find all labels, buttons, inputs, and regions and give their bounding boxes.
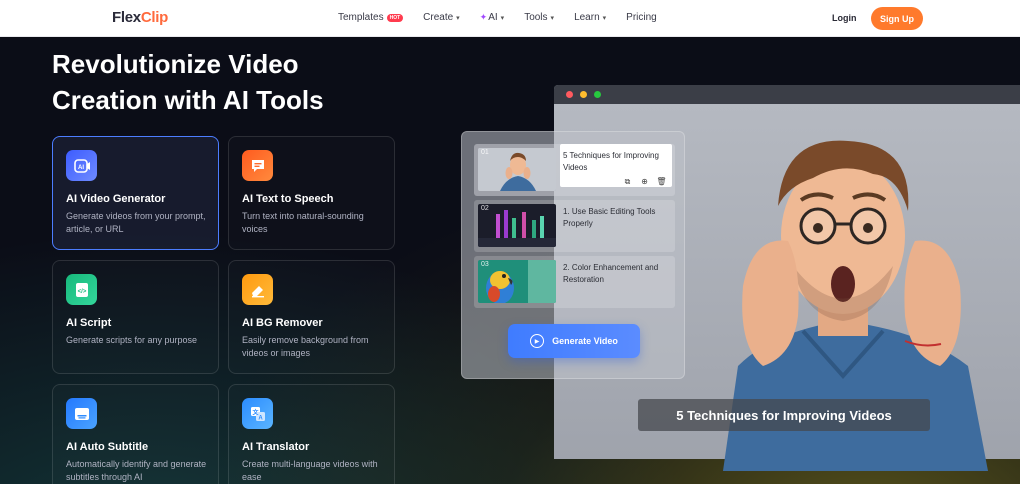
logo-text-accent: Clip xyxy=(140,9,168,26)
flexclip-logo[interactable]: FlexClip xyxy=(112,9,168,26)
tool-card-ai-text-to-speech[interactable]: AI Text to Speech Turn text into natural… xyxy=(228,136,395,250)
scene-number: 02 xyxy=(481,205,489,212)
hero-section: Revolutionize Video Creation with AI Too… xyxy=(0,38,1020,484)
scene-number: 01 xyxy=(481,149,489,156)
tool-description: Automatically identify and generate subt… xyxy=(66,459,207,482)
minimize-dot-icon xyxy=(580,91,587,98)
nav-learn-label: Learn xyxy=(574,12,600,23)
scene-text: 1. Use Basic Editing Tools Properly xyxy=(563,207,656,228)
browser-titlebar xyxy=(554,85,1020,104)
video-caption: 5 Techniques for Improving Videos xyxy=(638,399,930,431)
chevron-down-icon: ▾ xyxy=(550,14,555,22)
speech-bubble-icon xyxy=(242,150,273,181)
script-icon: </> xyxy=(66,274,97,305)
sparkle-icon: ✦ xyxy=(479,12,488,22)
scene-panel: 01 5 Techniques for Improving Videos ⧉ ⊕… xyxy=(461,131,685,379)
tool-card-ai-translator[interactable]: 文A AI Translator Create multi-language v… xyxy=(228,384,395,484)
scene-actions: ⧉ ⊕ 🗑 xyxy=(622,176,667,187)
tool-title: AI Text to Speech xyxy=(242,193,334,205)
nav-templates[interactable]: Templates HOT xyxy=(338,12,404,23)
nav-ai[interactable]: ✦ AI ▾ xyxy=(480,12,505,23)
translate-icon: 文A xyxy=(242,398,273,429)
tool-title: AI Auto Subtitle xyxy=(66,441,149,453)
tool-description: Turn text into natural-sounding voices xyxy=(242,211,364,234)
tool-description: Easily remove background from videos or … xyxy=(242,335,369,358)
nav-tools[interactable]: Tools ▾ xyxy=(524,12,554,23)
tool-card-ai-video-generator[interactable]: AI AI Video Generator Generate videos fr… xyxy=(52,136,219,250)
scene-text: 2. Color Enhancement and Restoration xyxy=(563,263,659,284)
scene-thumbnail: 02 xyxy=(478,204,556,247)
tool-card-ai-auto-subtitle[interactable]: AI Auto Subtitle Automatically identify … xyxy=(52,384,219,484)
scene-thumbnail: 03 xyxy=(478,260,556,303)
nav-create[interactable]: Create ▾ xyxy=(423,12,460,23)
replace-icon[interactable]: ⧉ xyxy=(622,176,633,187)
maximize-dot-icon xyxy=(594,91,601,98)
hero-title-line2: Creation with AI Tools xyxy=(52,85,324,115)
login-link[interactable]: Login xyxy=(832,13,857,23)
ai-video-icon: AI xyxy=(66,150,97,181)
tool-card-ai-script[interactable]: </> AI Script Generate scripts for any p… xyxy=(52,260,219,374)
chevron-down-icon: ▾ xyxy=(602,14,607,22)
hero-title: Revolutionize Video Creation with AI Too… xyxy=(52,46,412,118)
tool-description: Create multi-language videos with ease xyxy=(242,459,378,482)
nav-learn[interactable]: Learn ▾ xyxy=(574,12,606,23)
scene-row[interactable]: 01 5 Techniques for Improving Videos ⧉ ⊕… xyxy=(474,144,675,196)
generate-video-label: Generate Video xyxy=(552,336,618,346)
tool-title: AI Script xyxy=(66,317,112,329)
add-icon[interactable]: ⊕ xyxy=(639,176,650,187)
signup-button[interactable]: Sign Up xyxy=(871,7,923,30)
tool-title: AI Translator xyxy=(242,441,310,453)
eraser-icon xyxy=(242,274,273,305)
logo-text: Flex xyxy=(112,9,141,26)
chevron-down-icon: ▾ xyxy=(456,14,460,22)
tool-title: AI Video Generator xyxy=(66,193,166,205)
subtitle-icon xyxy=(66,398,97,429)
nav-links: Templates HOT Create ▾ ✦ AI ▾ Tools ▾ Le… xyxy=(338,12,677,23)
tool-description: Generate videos from your prompt, articl… xyxy=(66,211,206,234)
ai-play-icon: ▶ xyxy=(530,334,545,348)
nav-create-label: Create xyxy=(423,12,454,23)
tool-description: Generate scripts for any purpose xyxy=(66,335,198,345)
generate-video-button[interactable]: ▶ Generate Video xyxy=(508,324,640,358)
hero-title-line1: Revolutionize Video xyxy=(52,49,299,79)
scene-text: 5 Techniques for Improving Videos xyxy=(563,151,659,172)
nav-tools-label: Tools xyxy=(524,12,548,23)
close-dot-icon xyxy=(566,91,573,98)
svg-text:AI: AI xyxy=(78,165,84,171)
chevron-down-icon: ▾ xyxy=(500,14,505,22)
svg-text:</>: </> xyxy=(77,289,86,295)
trash-icon[interactable]: 🗑 xyxy=(656,176,667,187)
hot-badge: HOT xyxy=(386,13,404,22)
nav-templates-label: Templates xyxy=(338,12,384,23)
top-navbar: FlexClip Templates HOT Create ▾ ✦ AI ▾ T… xyxy=(0,0,1020,37)
tool-title: AI BG Remover xyxy=(242,317,323,329)
svg-text:A: A xyxy=(258,415,263,421)
nav-pricing-label: Pricing xyxy=(626,12,657,23)
tool-card-ai-bg-remover[interactable]: AI BG Remover Easily remove background f… xyxy=(228,260,395,374)
scene-row[interactable]: 02 1. Use Basic Editing Tools Properly xyxy=(474,200,675,252)
scene-number: 03 xyxy=(481,261,489,268)
nav-ai-label: AI xyxy=(488,12,498,23)
scene-thumbnail: 01 xyxy=(478,148,556,191)
nav-pricing[interactable]: Pricing xyxy=(626,12,657,23)
scene-row[interactable]: 03 2. Color Enhancement and Restoration xyxy=(474,256,675,308)
